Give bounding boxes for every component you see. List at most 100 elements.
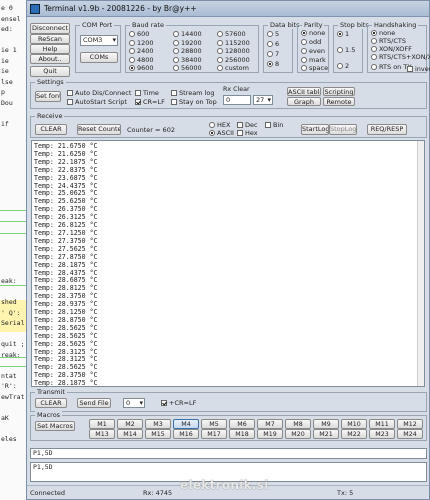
baud-rate-radio[interactable]: 4800 xyxy=(129,56,154,64)
ascii-radio[interactable]: ASCII xyxy=(209,129,234,137)
send-file-button[interactable]: Send File xyxy=(77,398,111,408)
stop-bits-radio[interactable]: 1 xyxy=(337,30,349,38)
macro-button-m2[interactable]: M2 xyxy=(117,419,143,429)
parity-radio[interactable]: odd xyxy=(301,38,321,46)
help-button[interactable]: Help xyxy=(30,44,70,54)
ascii-table-button[interactable]: ASCII table xyxy=(287,87,321,96)
stay-on-top-checkbox[interactable]: Stay on Top xyxy=(171,98,217,106)
cr-lf-checkbox[interactable]: CR=LF xyxy=(135,98,165,106)
handshaking-radio[interactable]: RTS on TX xyxy=(371,63,412,71)
macro-button-m14[interactable]: M14 xyxy=(117,429,143,439)
transmit-clear-button[interactable]: CLEAR xyxy=(35,398,67,408)
time-checkbox[interactable]: Time xyxy=(135,89,159,97)
macro-button-m11[interactable]: M11 xyxy=(369,419,395,429)
remote-button[interactable]: Remote xyxy=(323,97,355,106)
reset-counter-button[interactable]: Reset Counter xyxy=(77,124,121,135)
baud-rate-radio[interactable]: 57600 xyxy=(217,30,246,38)
title-bar[interactable]: Terminal v1.9b - 20081226 - by Br@y++ xyxy=(27,1,429,17)
macro-button-m4[interactable]: M4 xyxy=(173,419,199,429)
data-bits-radio[interactable]: 8 xyxy=(267,60,279,68)
com-port-select[interactable]: COM3 xyxy=(80,35,118,46)
parity-radio[interactable]: mark xyxy=(301,56,326,64)
baud-rate-radio[interactable]: 14400 xyxy=(173,30,202,38)
macro-button-m6[interactable]: M6 xyxy=(229,419,255,429)
handshaking-radio[interactable]: none xyxy=(371,29,395,37)
macro-button-m9[interactable]: M9 xyxy=(313,419,339,429)
set-macros-button[interactable]: Set Macros xyxy=(35,421,75,431)
graph-button[interactable]: Graph xyxy=(287,97,321,106)
radio-dot xyxy=(173,31,179,37)
macro-button-m5[interactable]: M5 xyxy=(201,419,227,429)
scripting-button[interactable]: Scripting xyxy=(323,87,355,96)
baud-rate-radio[interactable]: custom xyxy=(217,64,249,72)
rescan-button[interactable]: ReScan xyxy=(30,34,70,44)
disconnect-button[interactable]: Disconnect xyxy=(30,23,70,34)
baud-rate-radio[interactable]: 38400 xyxy=(173,56,202,64)
macro-button-m3[interactable]: M3 xyxy=(145,419,171,429)
stop-bits-radio[interactable]: 2 xyxy=(337,62,349,70)
baud-rate-radio[interactable]: 128000 xyxy=(217,47,250,55)
baud-rate-radio[interactable]: 1200 xyxy=(129,39,154,47)
macro-button-m19[interactable]: M19 xyxy=(257,429,283,439)
rx-clear-field[interactable]: 0 xyxy=(223,95,251,105)
macro-button-m1[interactable]: M1 xyxy=(89,419,115,429)
rx-clear-size-select[interactable]: 27 xyxy=(253,95,273,105)
baud-rate-radio[interactable]: 19200 xyxy=(173,39,202,47)
macro-button-m12[interactable]: M12 xyxy=(397,419,423,429)
autostart-script-checkbox[interactable]: AutoStart Script xyxy=(67,98,127,106)
macro-button-m16[interactable]: M16 xyxy=(173,429,199,439)
receive-terminal[interactable]: Temp: 21.6750 °C Temp: 21.6250 °C Temp: 22… xyxy=(31,140,425,387)
handshaking-radio[interactable]: XON/XOFF xyxy=(371,45,412,53)
hex-checkbox[interactable]: Hex xyxy=(237,129,258,137)
baud-rate-radio[interactable]: 2400 xyxy=(129,47,154,55)
stop-bits-radio[interactable]: 1.5 xyxy=(337,46,355,54)
about-button[interactable]: About.. xyxy=(30,54,70,64)
hex-radio[interactable]: HEX xyxy=(209,121,230,129)
quit-button[interactable]: Quit xyxy=(30,66,70,77)
baud-rate-radio[interactable]: 56000 xyxy=(173,64,202,72)
macro-button-m18[interactable]: M18 xyxy=(229,429,255,439)
handshaking-radio[interactable]: RTS/CTS xyxy=(371,37,406,45)
baud-rate-radio[interactable]: 256000 xyxy=(217,56,250,64)
parity-radio[interactable]: even xyxy=(301,47,325,55)
req-resp-button[interactable]: REQ/RESP xyxy=(367,124,407,135)
macro-button-m24[interactable]: M24 xyxy=(397,429,423,439)
tx-count: Tx: 5 xyxy=(337,489,354,497)
macro-button-m22[interactable]: M22 xyxy=(341,429,367,439)
macro-button-m15[interactable]: M15 xyxy=(145,429,171,439)
macro-button-m20[interactable]: M20 xyxy=(285,429,311,439)
macro-button-m10[interactable]: M10 xyxy=(341,419,367,429)
macro-button-m21[interactable]: M21 xyxy=(313,429,339,439)
vertical-scrollbar[interactable] xyxy=(417,141,424,386)
delay-select[interactable]: 0 xyxy=(123,398,145,408)
radio-dot xyxy=(129,39,135,46)
baud-rate-radio[interactable]: 115200 xyxy=(217,39,250,47)
macro-button-m13[interactable]: M13 xyxy=(89,429,115,439)
macro-button-m7[interactable]: M7 xyxy=(257,419,283,429)
data-bits-radio[interactable]: 7 xyxy=(267,50,279,58)
macro-button-m23[interactable]: M23 xyxy=(369,429,395,439)
baud-rate-radio[interactable]: 600 xyxy=(129,30,149,38)
dec-checkbox[interactable]: Dec xyxy=(237,121,258,129)
data-bits-radio[interactable]: 5 xyxy=(267,30,279,38)
data-bits-radio[interactable]: 6 xyxy=(267,40,279,48)
startlog-button[interactable]: StartLog xyxy=(301,124,329,135)
invert-checkbox[interactable]: invert xyxy=(407,65,430,73)
transmit-input[interactable]: P1,5D xyxy=(30,448,427,459)
auto-dis-connect-checkbox[interactable]: Auto Dis/Connect xyxy=(67,89,131,97)
parity-radio[interactable]: none xyxy=(301,29,325,37)
handshaking-radio[interactable]: RTS/CTS+XON/XOFF xyxy=(371,53,430,61)
transmit-cr-lf-checkbox[interactable]: +CR=LF xyxy=(161,399,196,407)
macro-button-m8[interactable]: M8 xyxy=(285,419,311,429)
bin-checkbox[interactable]: Bin xyxy=(265,121,283,129)
macro-button-m17[interactable]: M17 xyxy=(201,429,227,439)
baud-rate-radio[interactable]: 9600 xyxy=(129,64,154,72)
stoplog-button[interactable]: StopLog xyxy=(329,124,357,135)
baud-rate-radio[interactable]: 28800 xyxy=(173,47,202,55)
parity-radio[interactable]: space xyxy=(301,64,328,72)
receive-clear-button[interactable]: CLEAR xyxy=(35,124,67,135)
radio-dot xyxy=(371,46,377,52)
coms-button[interactable]: COMs xyxy=(80,52,118,63)
set-font-button[interactable]: Set font xyxy=(35,91,61,102)
stream-log-checkbox[interactable]: Stream log xyxy=(171,89,215,97)
